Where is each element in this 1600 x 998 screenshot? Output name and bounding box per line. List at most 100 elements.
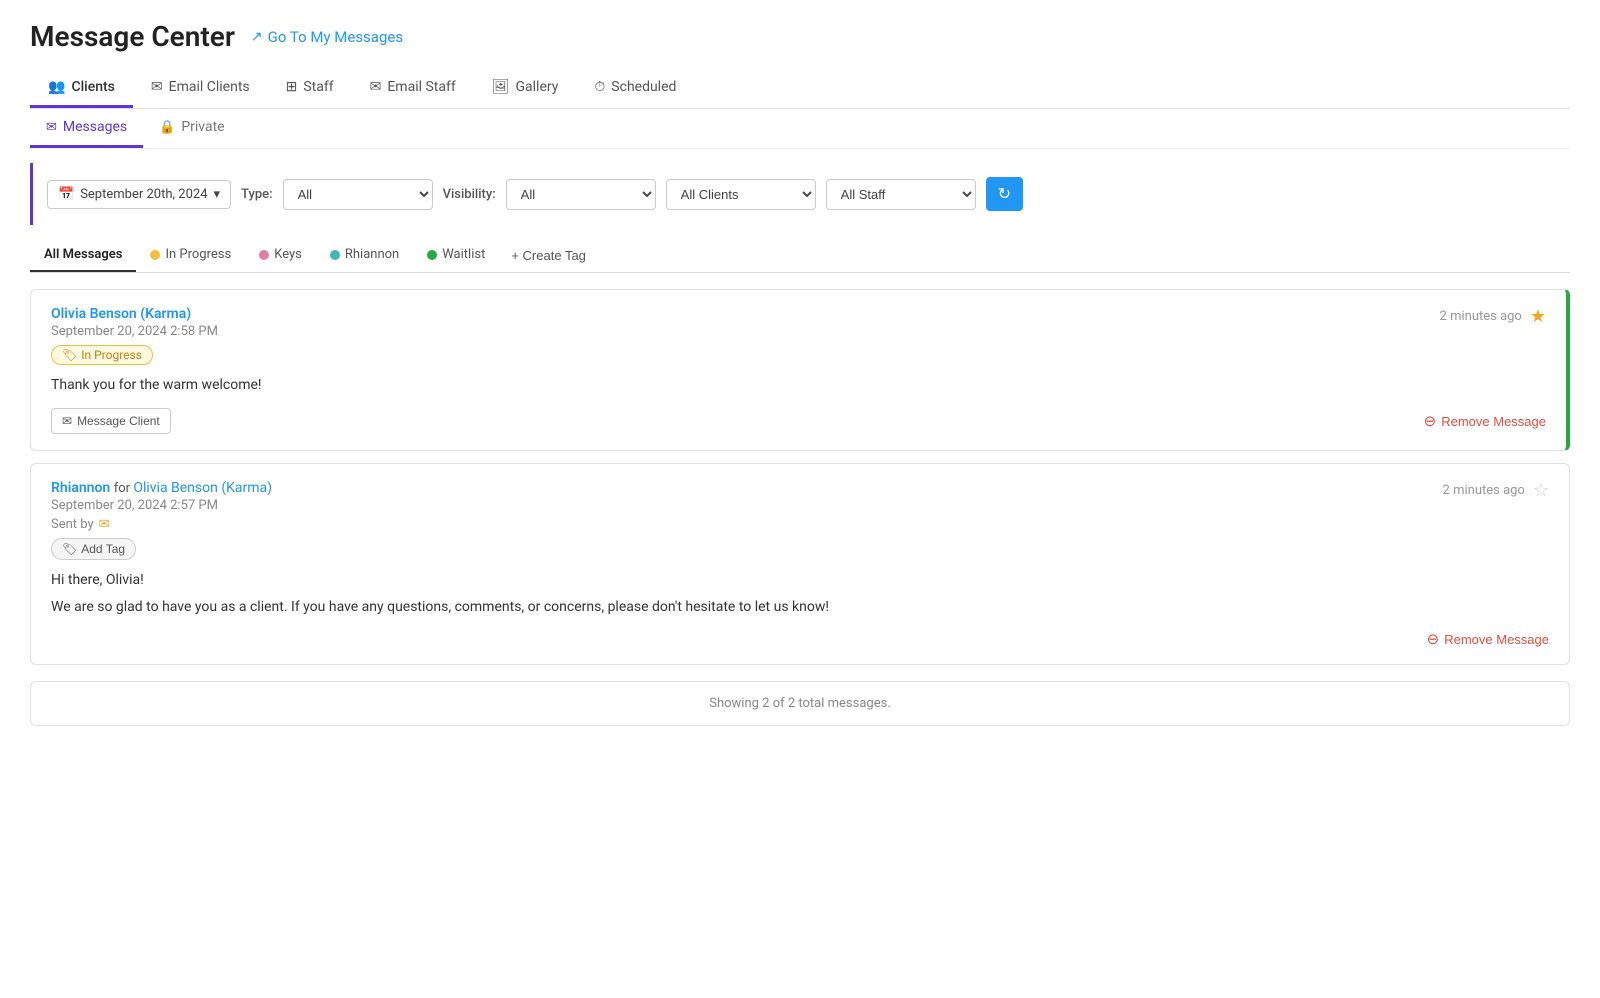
sender-name[interactable]: Rhiannon [51, 480, 110, 496]
message-sender-block: Rhiannon for Olivia Benson (Karma) Septe… [51, 480, 272, 560]
page-container: Message Center ↗ Go To My Messages 👥 Cli… [0, 0, 1600, 998]
messages-list: Olivia Benson (Karma) September 20, 2024… [30, 289, 1570, 665]
visibility-select[interactable]: All Public Private [506, 179, 656, 210]
star-button[interactable]: ★ [1530, 306, 1546, 327]
tab-email-staff[interactable]: ✉ Email Staff [352, 69, 474, 108]
messages-icon: ✉ [46, 120, 57, 135]
messages-footer: Showing 2 of 2 total messages. [30, 681, 1570, 726]
time-ago: 2 minutes ago [1443, 483, 1525, 498]
tab-email-clients[interactable]: ✉ Email Clients [133, 69, 268, 108]
remove-message-button[interactable]: ⊖ Remove Message [1427, 630, 1549, 648]
add-tag-block: 🏷 Add Tag [51, 532, 272, 560]
type-select[interactable]: All Email SMS Note [283, 179, 433, 210]
date-filter-label: September 20th, 2024 [80, 187, 207, 202]
message-tabs: All Messages In Progress Keys Rhiannon W… [30, 239, 1570, 273]
keys-dot [259, 250, 269, 260]
tab-scheduled[interactable]: ⏱ Scheduled [576, 69, 694, 108]
message-body-2: We are so glad to have you as a client. … [51, 597, 1549, 618]
time-ago: 2 minutes ago [1440, 309, 1522, 324]
message-body: Hi there, Olivia! [51, 570, 1549, 591]
sub-tabs: ✉ Messages 🔒 Private [30, 109, 1570, 149]
waitlist-label: Waitlist [442, 247, 485, 262]
remove-icon: ⊖ [1427, 630, 1440, 648]
tab-email-clients-label: Email Clients [169, 79, 250, 95]
tag-icon: 🏷 [62, 348, 77, 362]
staff-select[interactable]: All Staff [826, 179, 976, 210]
filters-bar: 📅 September 20th, 2024 ▾ Type: All Email… [30, 163, 1570, 225]
clients-icon: 👥 [48, 79, 65, 95]
add-tag-button[interactable]: 🏷 Add Tag [51, 538, 136, 560]
page-title: Message Center [30, 20, 235, 53]
tab-staff-label: Staff [303, 79, 333, 95]
scheduled-icon: ⏱ [594, 79, 605, 95]
remove-message-button[interactable]: ⊖ Remove Message [1424, 412, 1546, 430]
msg-tab-keys[interactable]: Keys [245, 239, 316, 272]
calendar-icon: 📅 [58, 187, 74, 202]
waitlist-dot [427, 250, 437, 260]
msg-tab-all[interactable]: All Messages [30, 239, 136, 272]
message-client-button[interactable]: ✉ Message Client [51, 408, 171, 434]
message-tag-block: 🏷 In Progress [51, 339, 218, 365]
sender-name[interactable]: Olivia Benson (Karma) [51, 306, 191, 322]
refresh-button[interactable]: ↻ [986, 177, 1023, 211]
sub-tab-messages[interactable]: ✉ Messages [30, 109, 143, 148]
tab-clients-label: Clients [71, 79, 114, 95]
add-tag-label: Add Tag [81, 542, 125, 556]
external-link-icon: ↗ [251, 29, 263, 45]
tab-gallery-label: Gallery [516, 79, 559, 95]
sent-by-label: Sent by [51, 517, 94, 532]
tag-label: In Progress [81, 348, 142, 362]
clients-select[interactable]: All Clients [666, 179, 816, 210]
message-time-block: 2 minutes ago ★ [1440, 306, 1546, 327]
sent-by-email-icon: ✉ [99, 517, 110, 532]
create-tag-label: + Create Tag [511, 248, 586, 263]
message-header: Rhiannon for Olivia Benson (Karma) Septe… [51, 480, 1549, 560]
go-to-messages-label: Go To My Messages [268, 28, 403, 46]
msg-tab-in-progress[interactable]: In Progress [136, 239, 245, 272]
staff-icon: ⊞ [286, 79, 298, 95]
rhiannon-dot [330, 250, 340, 260]
sub-tab-private-label: Private [181, 119, 224, 135]
refresh-icon: ↻ [998, 184, 1011, 204]
tab-clients[interactable]: 👥 Clients [30, 69, 133, 108]
remove-label: Remove Message [1444, 632, 1549, 647]
lock-icon: 🔒 [159, 120, 175, 135]
in-progress-dot [150, 250, 160, 260]
for-client-link[interactable]: Olivia Benson (Karma) [133, 480, 272, 496]
email-clients-icon: ✉ [151, 79, 163, 95]
message-sender-row: Rhiannon for Olivia Benson (Karma) [51, 480, 272, 496]
remove-label: Remove Message [1441, 414, 1546, 429]
message-time-block: 2 minutes ago ☆ [1443, 480, 1549, 501]
message-client-label: Message Client [77, 414, 160, 428]
go-to-my-messages-link[interactable]: ↗ Go To My Messages [251, 28, 403, 46]
message-client-icon: ✉ [62, 414, 72, 428]
msg-tab-waitlist[interactable]: Waitlist [413, 239, 499, 272]
message-for-text: for [114, 481, 134, 496]
message-actions: ✉ Message Client ⊖ Remove Message [51, 408, 1546, 434]
tab-gallery[interactable]: 🖼 Gallery [474, 69, 577, 108]
message-body: Thank you for the warm welcome! [51, 375, 1546, 396]
message-card: Olivia Benson (Karma) September 20, 2024… [30, 289, 1570, 451]
msg-tab-rhiannon[interactable]: Rhiannon [316, 239, 413, 272]
create-tag-button[interactable]: + Create Tag [499, 242, 598, 269]
star-button[interactable]: ☆ [1533, 480, 1549, 501]
page-header: Message Center ↗ Go To My Messages [30, 20, 1570, 53]
rhiannon-label: Rhiannon [345, 247, 399, 262]
tag-icon: 🏷 [62, 542, 77, 556]
message-date: September 20, 2024 2:57 PM [51, 498, 272, 513]
message-date: September 20, 2024 2:58 PM [51, 324, 218, 339]
remove-icon: ⊖ [1424, 412, 1437, 430]
message-actions: ⊖ Remove Message [51, 630, 1549, 648]
footer-label: Showing 2 of 2 total messages. [709, 696, 891, 711]
sub-tab-private[interactable]: 🔒 Private [143, 109, 240, 148]
sent-by-block: Sent by ✉ [51, 517, 272, 532]
in-progress-tag[interactable]: 🏷 In Progress [51, 345, 153, 365]
in-progress-label: In Progress [165, 247, 231, 262]
date-filter[interactable]: 📅 September 20th, 2024 ▾ [47, 180, 231, 209]
top-tabs: 👥 Clients ✉ Email Clients ⊞ Staff ✉ Emai… [30, 69, 1570, 109]
message-sender-block: Olivia Benson (Karma) September 20, 2024… [51, 306, 218, 365]
tab-staff[interactable]: ⊞ Staff [268, 69, 352, 108]
tab-scheduled-label: Scheduled [611, 79, 676, 95]
visibility-label: Visibility: [443, 187, 496, 202]
message-card: Rhiannon for Olivia Benson (Karma) Septe… [30, 463, 1570, 665]
